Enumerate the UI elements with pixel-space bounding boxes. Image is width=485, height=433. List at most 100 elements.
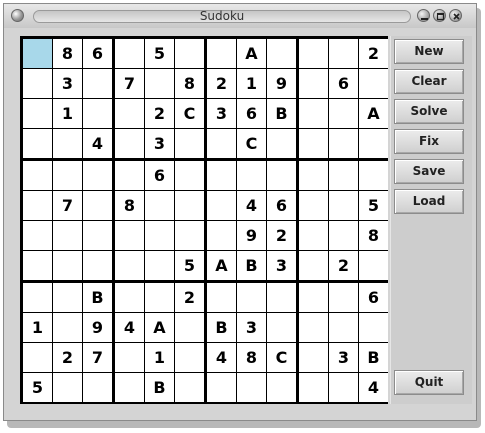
board-cell[interactable]: 2	[207, 69, 236, 98]
board-cell[interactable]	[145, 191, 174, 220]
board-cell[interactable]: 1	[145, 343, 174, 372]
save-button[interactable]: Save	[394, 159, 464, 184]
board-cell[interactable]: 7	[115, 69, 144, 98]
board-cell[interactable]: 9	[83, 313, 112, 342]
board-cell[interactable]	[329, 129, 358, 158]
board-cell[interactable]	[115, 251, 144, 280]
board-cell[interactable]: 2	[145, 99, 174, 128]
board-cell[interactable]	[115, 221, 144, 250]
board-cell[interactable]: 6	[267, 191, 296, 220]
board-cell[interactable]	[299, 129, 328, 158]
board-cell[interactable]	[145, 69, 174, 98]
board-cell[interactable]	[359, 69, 388, 98]
board-cell[interactable]	[83, 221, 112, 250]
board-cell[interactable]	[359, 161, 388, 190]
board-cell[interactable]: 5	[359, 191, 388, 220]
board-cell[interactable]	[267, 373, 296, 402]
board-cell[interactable]	[83, 191, 112, 220]
board-cell[interactable]	[267, 283, 296, 312]
board-cell[interactable]: 3	[267, 251, 296, 280]
board-cell[interactable]: 4	[207, 343, 236, 372]
board-cell[interactable]	[359, 251, 388, 280]
board-cell[interactable]: 3	[237, 313, 266, 342]
board-cell[interactable]	[237, 161, 266, 190]
close-icon[interactable]	[449, 9, 462, 22]
board-cell[interactable]	[23, 283, 52, 312]
board-cell[interactable]: 6	[329, 69, 358, 98]
board-cell[interactable]	[83, 99, 112, 128]
board-cell[interactable]	[207, 221, 236, 250]
board-cell[interactable]	[115, 283, 144, 312]
board-cell[interactable]: 1	[53, 99, 82, 128]
board-cell[interactable]: 5	[175, 251, 204, 280]
board-cell[interactable]: B	[83, 283, 112, 312]
board-cell[interactable]	[83, 373, 112, 402]
board-cell[interactable]	[299, 191, 328, 220]
board-cell[interactable]	[207, 39, 236, 68]
board-cell[interactable]: 2	[329, 251, 358, 280]
board-cell[interactable]	[329, 373, 358, 402]
window-menu-icon[interactable]	[11, 9, 24, 22]
board-cell[interactable]	[175, 191, 204, 220]
board-cell[interactable]: 8	[359, 221, 388, 250]
board-cell[interactable]: 7	[53, 191, 82, 220]
board-cell[interactable]: 2	[53, 343, 82, 372]
board-cell[interactable]: A	[237, 39, 266, 68]
board-cell[interactable]	[83, 161, 112, 190]
board-cell[interactable]	[267, 313, 296, 342]
board-cell[interactable]: 3	[145, 129, 174, 158]
board-cell[interactable]	[115, 343, 144, 372]
board-cell[interactable]	[329, 313, 358, 342]
board-cell[interactable]	[53, 221, 82, 250]
board-cell[interactable]: 2	[175, 283, 204, 312]
clear-button[interactable]: Clear	[394, 69, 464, 94]
board-cell[interactable]	[237, 283, 266, 312]
board-cell[interactable]	[23, 343, 52, 372]
board-cell[interactable]: 3	[207, 99, 236, 128]
board-cell[interactable]: 7	[83, 343, 112, 372]
board-cell[interactable]	[329, 39, 358, 68]
board-cell[interactable]: 9	[237, 221, 266, 250]
board-cell[interactable]: 1	[237, 69, 266, 98]
board-cell[interactable]	[329, 283, 358, 312]
board-cell[interactable]	[299, 221, 328, 250]
board-cell[interactable]	[329, 161, 358, 190]
board-cell[interactable]: 4	[359, 373, 388, 402]
board-cell[interactable]	[145, 251, 174, 280]
board-cell[interactable]	[299, 99, 328, 128]
board-cell[interactable]	[207, 129, 236, 158]
board-cell[interactable]: A	[359, 99, 388, 128]
board-cell[interactable]	[23, 39, 52, 68]
board-cell[interactable]	[175, 39, 204, 68]
maximize-icon[interactable]	[433, 9, 446, 22]
board-cell[interactable]: 4	[115, 313, 144, 342]
board-cell[interactable]	[299, 283, 328, 312]
board-cell[interactable]	[299, 251, 328, 280]
solve-button[interactable]: Solve	[394, 99, 464, 124]
board-cell[interactable]	[329, 221, 358, 250]
board-cell[interactable]	[299, 343, 328, 372]
board-cell[interactable]	[299, 313, 328, 342]
quit-button[interactable]: Quit	[394, 370, 464, 395]
board-cell[interactable]: 5	[23, 373, 52, 402]
board-cell[interactable]: 2	[359, 39, 388, 68]
board-cell[interactable]: 2	[267, 221, 296, 250]
board-cell[interactable]: C	[237, 129, 266, 158]
board-cell[interactable]	[359, 313, 388, 342]
board-cell[interactable]	[23, 69, 52, 98]
board-cell[interactable]	[175, 313, 204, 342]
board-cell[interactable]	[267, 39, 296, 68]
board-cell[interactable]	[299, 39, 328, 68]
board-cell[interactable]: 3	[53, 69, 82, 98]
board-cell[interactable]	[53, 129, 82, 158]
board-cell[interactable]: 9	[267, 69, 296, 98]
board-cell[interactable]	[83, 69, 112, 98]
board-cell[interactable]: 6	[359, 283, 388, 312]
board-cell[interactable]	[23, 99, 52, 128]
load-button[interactable]: Load	[394, 189, 464, 214]
board-cell[interactable]: 8	[237, 343, 266, 372]
board-cell[interactable]: 4	[237, 191, 266, 220]
board-cell[interactable]: B	[237, 251, 266, 280]
board-cell[interactable]	[145, 283, 174, 312]
board-cell[interactable]: B	[359, 343, 388, 372]
